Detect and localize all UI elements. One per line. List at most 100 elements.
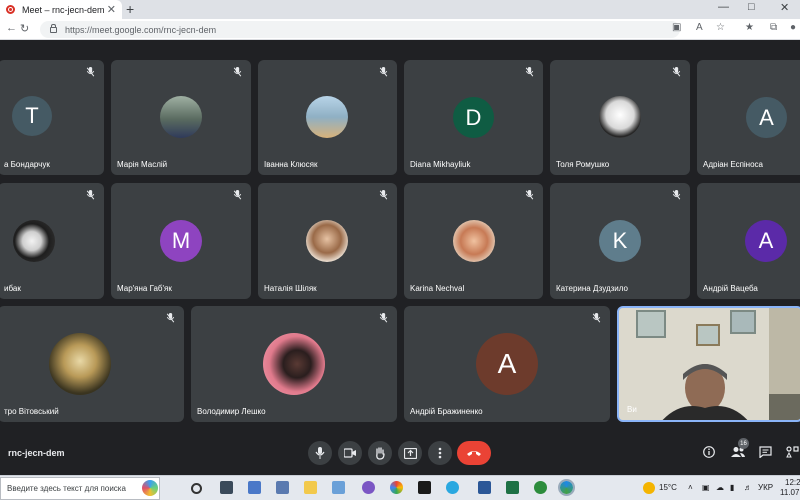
favorites-icon[interactable]: ★ [745,22,754,33]
read-aloud-icon[interactable]: A [696,22,703,33]
xbox-icon[interactable] [534,481,547,494]
participant-tile[interactable]: M Мар'яна Габ'як [111,183,251,299]
mic-button[interactable] [308,441,332,465]
telegram-icon[interactable] [446,481,459,494]
tray-chevron-icon[interactable]: ˄ [688,483,693,492]
mic-off-icon [379,313,388,323]
meeting-control-bar: rnc-jecn-dem 16 [0,430,800,474]
chrome-icon[interactable] [390,481,403,494]
participant-tile[interactable]: тро Вітовський [0,306,184,422]
app-icon[interactable] [220,481,233,494]
avatar: K [599,220,641,262]
new-tab-button[interactable]: + [126,1,134,17]
avatar-photo [306,220,348,262]
mic-off-icon [166,313,175,323]
avatar-photo [160,96,202,138]
tab-close-icon[interactable]: ✕ [107,3,116,16]
file-explorer-icon[interactable] [304,481,317,494]
reload-icon[interactable]: ↻ [20,22,29,35]
mic-off-icon [233,67,242,77]
participant-name: Karina Nechval [410,284,465,293]
calculator-icon[interactable] [248,481,261,494]
browser-tab-meet[interactable]: Meet – rnc-jecn-dem ✕ [0,0,122,19]
cortana-icon[interactable] [142,480,158,496]
participant-tile[interactable]: K Катерина Дзудзило [550,183,690,299]
windows-taskbar: Введите здесь текст для поиска 15°C ˄ ▣ … [0,475,800,500]
network-icon[interactable]: ▣ [702,483,710,492]
profile-icon[interactable]: ● [790,22,796,33]
participant-name: Адріан Еспіноса [703,160,763,169]
more-vert-icon [438,447,442,459]
participant-tile[interactable]: Karina Nechval [404,183,543,299]
address-bar: ← ↻ https://meet.google.com/rnc-jecn-dem… [0,19,800,40]
collections-icon[interactable]: ⧉ [770,22,777,33]
taskbar-search-placeholder: Введите здесь текст для поиска [7,484,126,493]
photos-icon[interactable] [332,481,345,494]
avatar: A [746,97,787,138]
clock-date[interactable]: 11.07.2 [780,488,800,497]
taskbar-search-field[interactable]: Введите здесь текст для поиска [0,477,160,500]
mic-off-icon [86,190,95,200]
participant-tile[interactable]: Наталія Шіляк [258,183,397,299]
camera-icon[interactable]: ▣ [672,22,681,33]
avatar-photo [263,333,325,395]
mic-off-icon [672,190,681,200]
camera-button[interactable] [338,441,362,465]
task-view-icon[interactable] [191,483,202,494]
participant-tile[interactable]: Іванна Клюсяк [258,60,397,175]
mic-off-icon [379,67,388,77]
leave-call-button[interactable] [457,441,491,465]
avatar: A [745,220,787,262]
url-field[interactable]: https://meet.google.com/rnc-jecn-dem [40,21,680,38]
lock-icon [50,23,57,33]
chat-icon[interactable] [759,446,772,458]
avatar-photo [306,96,348,138]
participant-tile[interactable]: Володимир Лешко [191,306,397,422]
more-options-button[interactable] [428,441,452,465]
self-view-video [619,308,800,420]
minimize-icon[interactable]: — [718,1,729,13]
raise-hand-button[interactable] [368,441,392,465]
volume-icon[interactable]: ♬ [744,483,752,492]
hand-icon [376,446,385,460]
participant-tile[interactable]: A Адріан Еспіноса [697,60,800,175]
battery-icon[interactable]: ▮ [730,483,734,492]
onedrive-icon[interactable]: ☁ [716,483,724,492]
favorite-icon[interactable]: ☆ [716,22,725,33]
weather-icon[interactable] [643,482,655,494]
self-view-tile[interactable]: Ви [617,306,800,422]
activities-icon[interactable] [786,446,800,458]
participant-tile[interactable]: A Андрій Бражиненко [404,306,610,422]
avatar-photo [13,220,55,262]
word-icon[interactable] [478,481,491,494]
viber-icon[interactable] [362,481,375,494]
terminal-icon[interactable] [418,481,431,494]
participant-name: Марія Маслій [117,160,168,169]
participant-tile[interactable]: Толя Ромушко [550,60,690,175]
self-view-label: Ви [627,405,637,414]
participant-name: Мар'яна Габ'як [117,284,172,293]
edge-icon[interactable] [558,479,575,496]
participant-name: Diana Mikhayliuk [410,160,471,169]
excel-icon[interactable] [506,481,519,494]
mic-off-icon [233,190,242,200]
maximize-icon[interactable]: □ [748,1,755,13]
meeting-info-icon[interactable] [703,446,715,458]
clock-time[interactable]: 12:2 [785,478,800,487]
save-app-icon[interactable] [276,481,289,494]
participant-name: Андрій Вацеба [703,284,758,293]
participant-tile[interactable]: T а Бондарчук [0,60,104,175]
avatar-photo [49,333,111,395]
participant-name: Володимир Лешко [197,407,266,416]
keyboard-language[interactable]: УКР [758,483,773,492]
participant-tile[interactable]: ибак [0,183,104,299]
participant-name: Андрій Бражиненко [410,407,483,416]
present-button[interactable] [398,441,422,465]
avatar: D [453,97,494,138]
participant-tile[interactable]: Марія Маслій [111,60,251,175]
participant-tile[interactable]: D Diana Mikhayliuk [404,60,543,175]
window-close-icon[interactable]: ✕ [780,1,789,14]
back-icon[interactable]: ← [6,22,17,34]
participant-tile[interactable]: A Андрій Вацеба [697,183,800,299]
mic-off-icon [525,67,534,77]
